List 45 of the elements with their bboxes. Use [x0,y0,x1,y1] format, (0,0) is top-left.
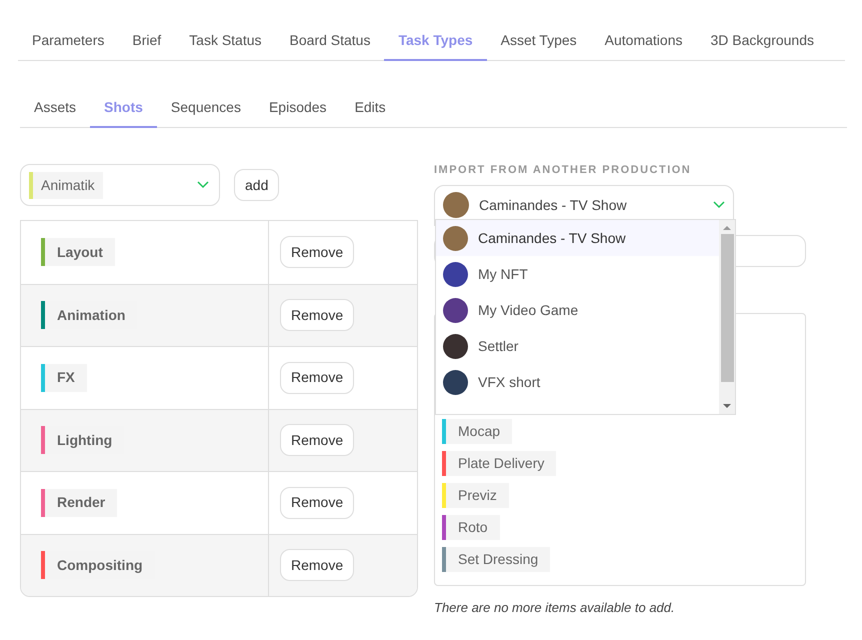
task-type-tag: Mocap [446,418,512,444]
tab[interactable]: Task Status [175,30,276,61]
production-thumbnail [443,262,468,286]
task-type-tag: Render [45,488,118,517]
production-thumbnail [443,370,468,394]
production-thumbnail [443,298,468,322]
production-thumbnail [443,192,469,218]
dropdown-option[interactable]: My Video Game [436,292,719,328]
tab[interactable]: Parameters [18,30,118,61]
remove-button[interactable]: Remove [280,486,354,519]
add-button[interactable]: add [234,169,280,201]
remove-button[interactable]: Remove [280,236,354,268]
dropdown-option[interactable]: My NFT [436,256,719,292]
chevron-down-icon [197,181,209,189]
tab[interactable]: Asset Types [486,30,591,61]
task-type-tag: Set Dressing [446,546,550,572]
tab[interactable]: Brief [118,30,176,61]
remove-button[interactable]: Remove [280,549,354,582]
sub-tab[interactable]: Edits [340,97,400,128]
selected-value: Animatik [33,172,103,198]
task-type-tag: FX [45,364,87,392]
production-thumbnail [443,334,468,358]
task-type-tag: Roto [446,514,500,540]
selected-value: Caminandes - TV Show [479,196,627,214]
task-type-tag: Previz [446,482,509,508]
empty-note: There are no more items available to add. [434,598,676,616]
remove-button[interactable]: Remove [280,424,354,456]
sub-tab[interactable]: Episodes [254,97,341,128]
task-type-tag: Plate Delivery [446,450,556,476]
dropdown-option[interactable]: Caminandes - TV Show [436,220,719,256]
chevron-down-icon [713,201,725,209]
tab[interactable]: 3D Backgrounds [696,30,828,61]
remove-button[interactable]: Remove [280,362,354,394]
section-label: IMPORT FROM ANOTHER PRODUCTION [434,163,692,178]
production-thumbnail [443,226,468,250]
dropdown-option[interactable]: VFX short [436,364,719,400]
dropdown-option[interactable]: Settler [436,328,719,364]
sub-tab[interactable]: Assets [20,97,90,128]
remove-button[interactable]: Remove [280,299,354,332]
task-type-select[interactable]: Animatik [20,164,220,206]
tab[interactable]: Automations [590,30,696,61]
scrollbar-thumb[interactable] [720,234,734,382]
tab[interactable]: Board Status [276,30,384,61]
task-type-tag: Layout [45,238,115,266]
sub-tab[interactable]: Sequences [156,97,255,128]
